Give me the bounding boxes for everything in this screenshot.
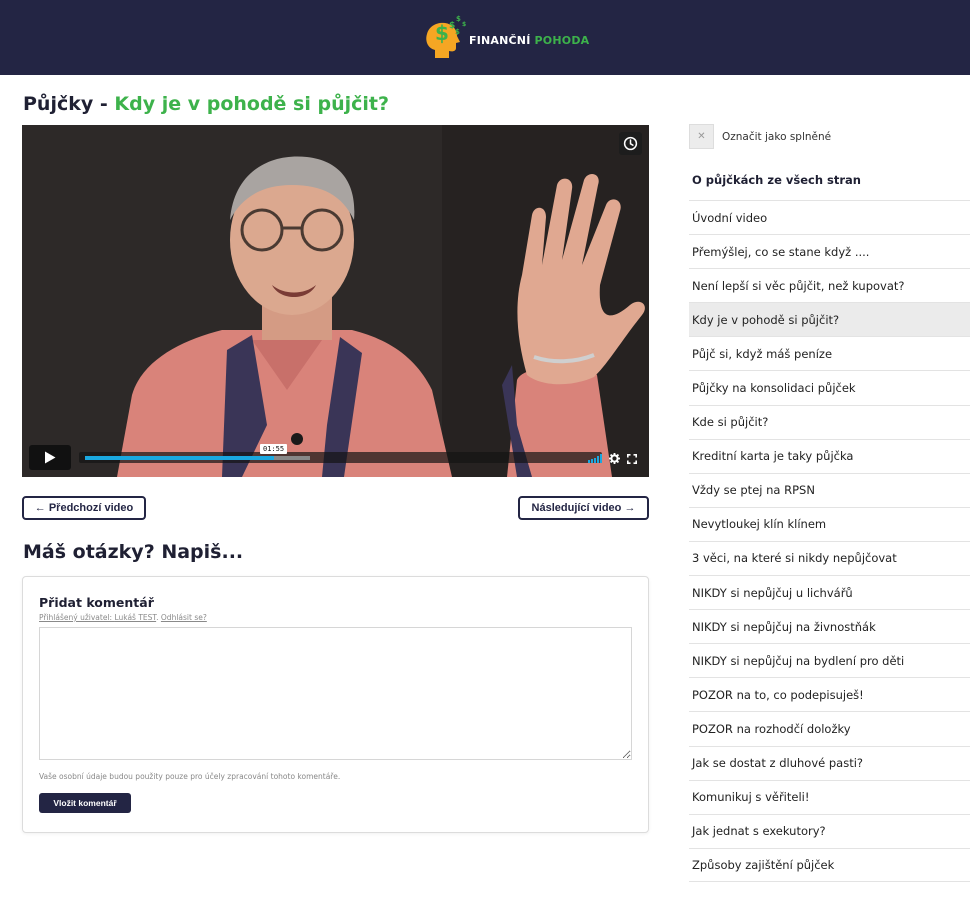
lesson-item[interactable]: Jak se dostat z dluhové pasti? [689, 745, 970, 780]
mark-complete-checkbox[interactable]: ✕ [689, 124, 714, 149]
lesson-item[interactable]: Kreditní karta je taky půjčka [689, 438, 970, 473]
logo-text: FINANČNÍ POHODA [469, 34, 589, 47]
logo-word-2: POHODA [534, 33, 590, 47]
lesson-item-label: Úvodní video [692, 210, 768, 225]
site-logo[interactable]: $ $ $ $ $ FINANČNÍ POHODA [421, 12, 591, 60]
video-frame [22, 125, 649, 477]
submit-comment-button[interactable]: Vložit komentář [39, 793, 131, 813]
svg-text:$: $ [456, 15, 461, 23]
lesson-item-label: POZOR na to, co podepisuješ! [692, 687, 864, 702]
comment-textarea[interactable] [39, 627, 632, 760]
logged-in-prefix: Přihlášený uživatel: [39, 613, 115, 622]
lesson-item-label: Komunikuj s věřiteli! [692, 790, 810, 805]
lesson-item[interactable]: Půjčky na konsolidaci půjček [689, 370, 970, 404]
lesson-list: Úvodní video Přemýšlej, co se stane když … [689, 200, 970, 882]
lesson-item-label: Přemýšlej, co se stane když .... [692, 244, 870, 259]
lesson-item-label: NIKDY si nepůjčuj na živnostňák [692, 619, 876, 634]
lesson-item-label: NIKDY si nepůjčuj u lichvářů [692, 585, 853, 600]
chapter-title: O půjčkách ze všech stran [692, 173, 861, 187]
logout-link[interactable]: Odhlásit se? [161, 613, 207, 622]
next-video-button[interactable]: Následující video → [518, 496, 649, 520]
lesson-item[interactable]: NIKDY si nepůjčuj na bydlení pro děti [689, 643, 970, 677]
lesson-item-label: Vždy se ptej na RPSN [692, 483, 815, 498]
lesson-item[interactable]: Přemýšlej, co se stane když .... [689, 234, 970, 268]
previous-video-button[interactable]: ← Předchozí video [22, 496, 146, 520]
lesson-item[interactable]: Jak jednat s exekutory? [689, 813, 970, 848]
lesson-item-label: Půjčky na konsolidaci půjček [692, 381, 856, 396]
lesson-item-label: Kreditní karta je taky půjčka [692, 449, 854, 464]
head-money-icon: $ $ $ $ $ [421, 12, 467, 60]
volume-icon[interactable] [588, 454, 602, 463]
svg-text:$: $ [455, 28, 460, 36]
lesson-item-label: Kde si půjčit? [692, 415, 769, 430]
comment-form: Přidat komentář Přihlášený uživatel: Luk… [22, 576, 649, 833]
play-icon [45, 451, 56, 464]
lesson-item-label: NIKDY si nepůjčuj na bydlení pro děti [692, 653, 905, 668]
lesson-item[interactable]: Nevytloukej klín klínem [689, 506, 970, 541]
questions-heading: Máš otázky? Napiš... [23, 541, 244, 563]
lesson-item[interactable]: Úvodní video [689, 200, 970, 234]
settings-gear-icon[interactable] [609, 453, 620, 464]
watch-later-button[interactable] [619, 132, 642, 155]
user-name-link[interactable]: Lukáš TEST [114, 613, 156, 622]
lesson-item-label: Kdy je v pohodě si půjčit? [692, 312, 840, 327]
current-time-tooltip: 01:55 [260, 444, 288, 454]
lesson-item[interactable]: Komunikuj s věřiteli! [689, 779, 970, 814]
lesson-item-label: POZOR na rozhodčí doložky [692, 721, 851, 736]
fullscreen-icon[interactable] [627, 453, 637, 464]
lesson-item-label: Půjč si, když máš peníze [692, 346, 833, 361]
logged-in-info: Přihlášený uživatel: Lukáš TEST. Odhlási… [39, 613, 207, 622]
top-bar: $ $ $ $ $ FINANČNÍ POHODA [0, 0, 970, 75]
svg-text:$: $ [462, 21, 466, 28]
lesson-item[interactable]: Způsoby zajištění půjček [689, 847, 970, 882]
lesson-item[interactable]: 3 věci, na které si nikdy nepůjčovat [689, 540, 970, 575]
comment-form-title: Přidat komentář [39, 595, 154, 610]
video-controls-right [588, 453, 637, 464]
mark-complete-label: Označit jako splněné [722, 130, 832, 143]
lesson-item-label: Jak se dostat z dluhové pasti? [692, 756, 864, 771]
svg-text:$: $ [435, 21, 449, 45]
page-title: Půjčky - Kdy je v pohodě si půjčit? [23, 93, 389, 115]
mark-complete[interactable]: ✕ Označit jako splněné [689, 124, 831, 149]
lesson-item-label: Způsoby zajištění půjček [692, 857, 835, 872]
logo-word-1: FINANČNÍ [469, 33, 531, 47]
page-title-prefix: Půjčky - [23, 93, 115, 115]
lesson-item[interactable]: Není lepší si věc půjčit, než kupovat? [689, 268, 970, 302]
play-button[interactable] [29, 445, 71, 470]
lesson-item[interactable]: Vždy se ptej na RPSN [689, 472, 970, 507]
lesson-item[interactable]: Kdy je v pohodě si půjčit? [689, 302, 970, 337]
page-title-lesson: Kdy je v pohodě si půjčit? [114, 93, 390, 115]
lesson-item-label: Jak jednat s exekutory? [692, 824, 826, 839]
lesson-item[interactable]: NIKDY si nepůjčuj u lichvářů [689, 575, 970, 609]
video-player[interactable]: 01:55 [22, 125, 649, 477]
lesson-item-label: 3 věci, na které si nikdy nepůjčovat [692, 551, 897, 566]
lesson-item[interactable]: Kde si půjčit? [689, 404, 970, 439]
lesson-item[interactable]: NIKDY si nepůjčuj na živnostňák [689, 609, 970, 643]
lesson-item[interactable]: POZOR na to, co podepisuješ! [689, 677, 970, 711]
lesson-item-label: Není lepší si věc půjčit, než kupovat? [692, 278, 905, 293]
lesson-item[interactable]: Půjč si, když máš peníze [689, 336, 970, 370]
progress-played [85, 456, 274, 460]
lesson-item[interactable]: POZOR na rozhodčí doložky [689, 711, 970, 745]
privacy-note: Vaše osobní údaje budou použity pouze pr… [39, 772, 341, 781]
close-x-icon: ✕ [697, 131, 706, 142]
lesson-item-label: Nevytloukej klín klínem [692, 517, 827, 532]
clock-icon [623, 136, 638, 151]
progress-bar[interactable] [79, 452, 602, 463]
